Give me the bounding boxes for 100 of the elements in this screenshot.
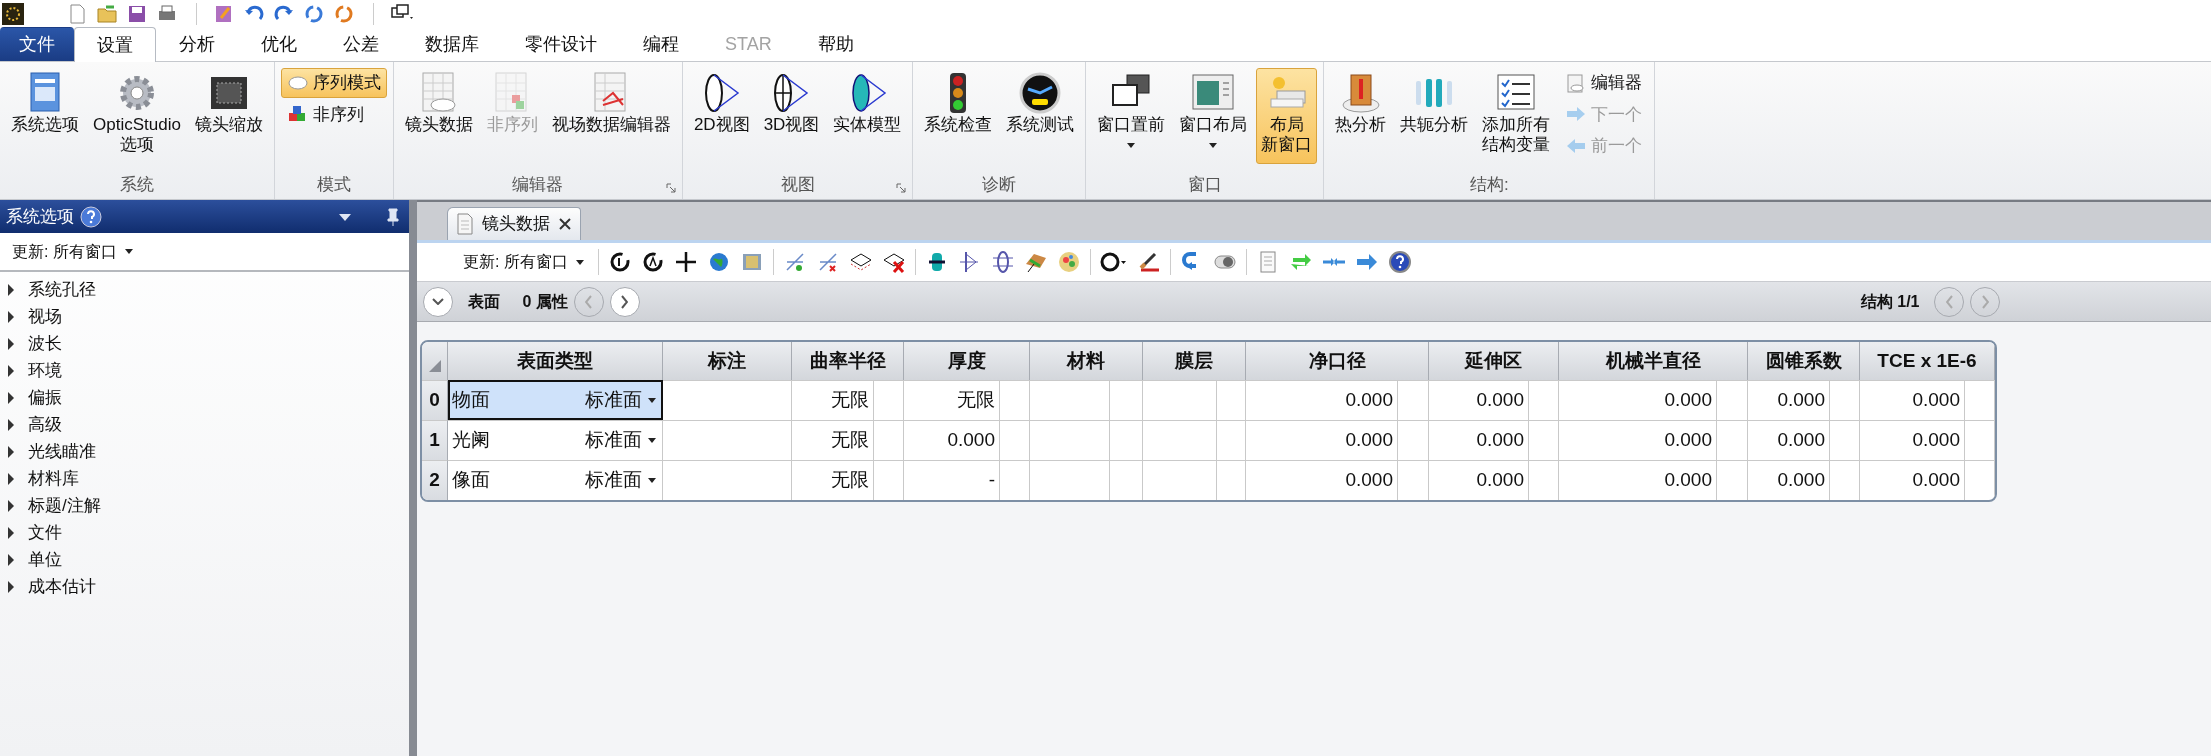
launcher-icon[interactable] <box>896 183 907 193</box>
table-cell: 0.000 <box>1559 380 1717 420</box>
expand-arrow-icon[interactable] <box>8 364 14 377</box>
launcher-icon[interactable] <box>665 183 676 193</box>
tree-item[interactable]: 成本估计 <box>0 573 409 601</box>
group-label: 视图 <box>780 174 815 197</box>
column-header: 净口径 <box>1246 342 1429 380</box>
column-header: 材料 <box>1030 342 1143 380</box>
ribbon-button[interactable]: 热分析 <box>1330 68 1392 164</box>
chevron-icon <box>1981 294 1989 309</box>
column-header: 延伸区 <box>1429 342 1559 380</box>
ribbon-button[interactable]: 序列模式 <box>280 68 387 98</box>
table-cell: 无限 <box>792 460 874 500</box>
surface-label: 表面 <box>467 291 500 312</box>
ribbon-tab[interactable]: 设置 <box>74 27 156 62</box>
table-cell: 0.000 <box>1246 380 1398 420</box>
surface-type-dropdown[interactable]: 标准面 <box>585 386 656 415</box>
group-label: 编辑器 <box>512 174 564 197</box>
expand-arrow-icon[interactable] <box>8 472 14 485</box>
ribbon-tab[interactable]: 分析 <box>156 27 238 61</box>
open-folder-icon[interactable] <box>96 3 120 25</box>
tree-item[interactable]: 波长 <box>0 330 409 358</box>
expand-arrow-icon[interactable] <box>8 445 14 458</box>
file-menu-tab[interactable]: 文件 <box>0 27 74 61</box>
ribbon-button[interactable]: 窗口布局 <box>1174 68 1253 164</box>
expand-button[interactable] <box>423 286 453 317</box>
app-logo-icon[interactable] <box>2 3 26 25</box>
row-number: 0 <box>422 380 448 420</box>
tree-item[interactable]: 环境 <box>0 357 409 385</box>
table-cell: 0.000 <box>904 420 1000 460</box>
ribbon-button[interactable]: 镜头数据 <box>399 68 478 164</box>
ribbon-tab[interactable]: 公差 <box>320 27 402 61</box>
update-dropdown[interactable]: 更新: 所有窗口 <box>463 250 585 274</box>
expand-arrow-icon[interactable] <box>8 499 14 512</box>
table-cell: 0.000 <box>1748 420 1830 460</box>
expand-arrow-icon[interactable] <box>8 418 14 431</box>
editor-tab[interactable]: 镜头数据 <box>447 207 581 240</box>
surface-type-dropdown[interactable]: 标准面 <box>585 426 656 455</box>
table-cell: 无限 <box>792 380 874 420</box>
help-icon[interactable] <box>80 205 102 228</box>
crosshair-icon[interactable] <box>673 250 698 274</box>
chevron-icon <box>1945 294 1953 309</box>
expand-arrow-icon[interactable] <box>8 580 14 593</box>
ribbon-button[interactable]: 镜头缩放 <box>189 68 268 164</box>
ring-dropdown-icon[interactable] <box>1099 250 1128 274</box>
panel-title: 系统选项 <box>6 205 74 228</box>
ribbon-button[interactable]: 系统选项 <box>6 68 84 164</box>
ribbon-tab[interactable]: 数据库 <box>402 27 502 61</box>
surface-comment: 物面 <box>452 388 490 413</box>
ribbon-button[interactable]: 系统测试 <box>1001 68 1080 164</box>
lens-cross-icon[interactable] <box>990 250 1015 274</box>
surface-type-cell[interactable]: 光阑 标准面 <box>448 420 663 460</box>
expand-arrow-icon[interactable] <box>8 391 14 404</box>
surface-type-cell[interactable]: 物面 标准面 <box>448 380 663 420</box>
help-icon[interactable] <box>1387 250 1412 274</box>
expand-arrow-icon[interactable] <box>8 337 14 350</box>
ribbon-button[interactable]: 系统检查 <box>919 68 998 164</box>
configuration-label: 结构 1/1 <box>1860 291 1920 312</box>
caret-icon <box>1127 143 1136 149</box>
ribbon-button[interactable]: 布局 新窗口 <box>1256 68 1318 164</box>
expand-arrow-icon[interactable] <box>8 310 14 323</box>
ribbon-button[interactable]: 窗口置前 <box>1092 68 1171 164</box>
ribbon-tab[interactable]: 帮助 <box>794 27 877 61</box>
surface-type-dropdown[interactable]: 标准面 <box>585 466 656 495</box>
tree-item[interactable]: 单位 <box>0 546 409 574</box>
ribbon-button[interactable]: 共轭分析 <box>1395 68 1474 164</box>
tree-item[interactable]: 材料库 <box>0 465 409 493</box>
chevron-icon <box>621 294 629 309</box>
expand-arrow-icon[interactable] <box>8 553 14 566</box>
column-header: TCE x 1E-6 <box>1860 342 1995 380</box>
ribbon-button[interactable]: 实体模型 <box>828 68 907 164</box>
tree-item[interactable]: 高级 <box>0 411 409 439</box>
tree-item[interactable]: 系统孔径 <box>0 276 409 304</box>
ribbon-tab[interactable]: 优化 <box>238 27 320 61</box>
expand-arrow-icon[interactable] <box>8 526 14 539</box>
ribbon-button[interactable]: 2D视图 <box>688 68 755 164</box>
tree-item[interactable]: 偏振 <box>0 384 409 412</box>
document-icon <box>456 213 474 235</box>
table-cell: 无限 <box>792 420 874 460</box>
surface-type-cell[interactable]: 像面 标准面 <box>448 460 663 500</box>
ribbon-button[interactable]: 编辑器 <box>1559 68 1649 98</box>
tree-item[interactable]: 光线瞄准 <box>0 438 409 466</box>
close-icon[interactable] <box>558 217 572 231</box>
tree-item[interactable]: 视场 <box>0 303 409 331</box>
tree-item[interactable]: 文件 <box>0 519 409 547</box>
next-surface-button[interactable] <box>609 286 640 317</box>
update-dropdown[interactable]: 更新: 所有窗口 <box>12 239 134 264</box>
ribbon-button[interactable]: 3D视图 <box>758 68 825 164</box>
properties-label: 0 属性 <box>522 291 568 312</box>
expand-arrow-icon[interactable] <box>8 283 14 296</box>
select-all-icon[interactable] <box>428 360 441 373</box>
column-header: 标注 <box>663 342 792 380</box>
tree-item[interactable]: 标题/注解 <box>0 492 409 520</box>
ribbon-button[interactable]: 视场数据编辑器 <box>546 68 676 164</box>
ribbon-tab[interactable]: 零件设计 <box>502 27 620 61</box>
ribbon-button[interactable]: 添加所有 结构变量 <box>1477 68 1556 164</box>
ribbon-button[interactable]: OpticStudio 选项 <box>88 68 186 164</box>
spot-map-icon[interactable] <box>1056 250 1081 274</box>
ribbon-button[interactable]: 非序列 <box>280 99 387 129</box>
ribbon-tab[interactable]: 编程 <box>620 27 702 61</box>
